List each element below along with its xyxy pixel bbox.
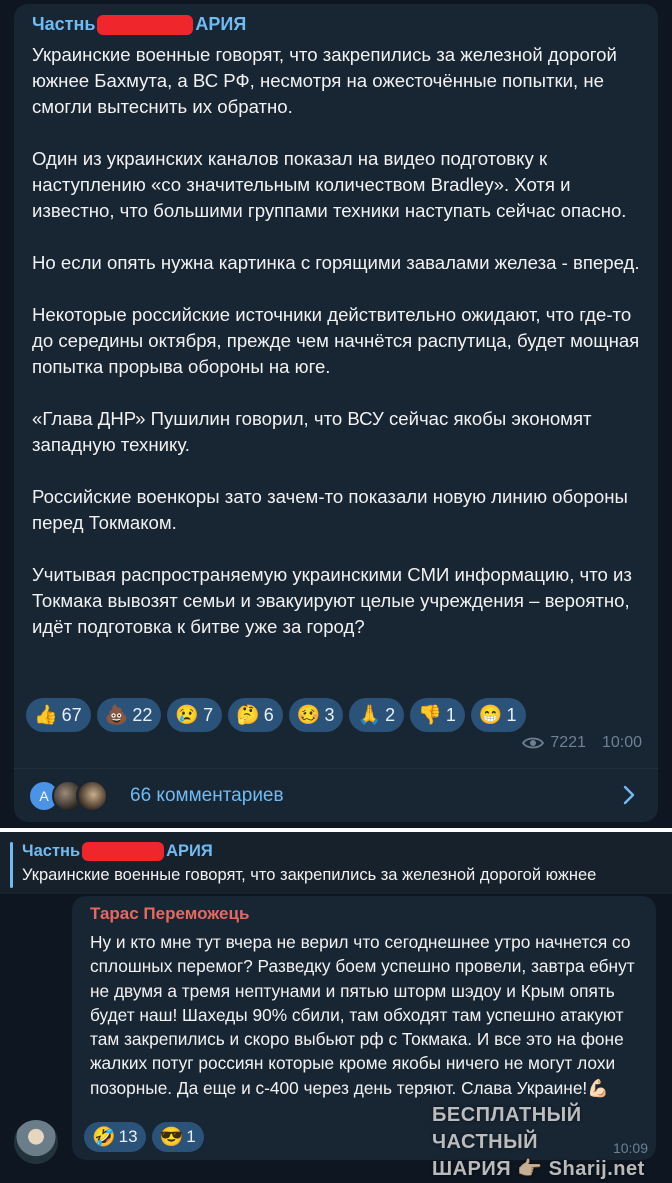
rolling-laughing-icon: 🤣 bbox=[92, 1126, 116, 1148]
reply-channel-name: Частнь АРИЯ bbox=[22, 842, 213, 862]
comment-reactions: 🤣 13 😎 1 bbox=[84, 1122, 204, 1152]
channel-name-end: АРИЯ bbox=[195, 14, 247, 34]
reply-header[interactable]: Частнь АРИЯ Украинские военные говорят, ч… bbox=[0, 832, 672, 894]
post-meta: 7221 10:00 bbox=[522, 734, 642, 752]
post-paragraph: Российские военкоры зато зачем-то показа… bbox=[32, 486, 628, 533]
watermark-line: ШАРИЯ 👉🏻 Sharij.net bbox=[432, 1158, 645, 1180]
view-count: 7221 bbox=[550, 734, 586, 751]
reaction-thinking[interactable]: 🤔 6 bbox=[228, 698, 283, 732]
post-reactions: 👍 67 💩 22 😢 7 🤔 6 🥴 3 🙏 2 👎 1 😁 1 bbox=[26, 698, 526, 732]
reaction-count: 1 bbox=[186, 1127, 196, 1146]
comment-text: Ну и кто мне тут вчера не верил что сего… bbox=[90, 932, 635, 1098]
post-paragraph: «Глава ДНР» Пушилин говорил, что ВСУ сей… bbox=[32, 408, 592, 455]
reaction-poop[interactable]: 💩 22 bbox=[96, 698, 162, 732]
reaction-count: 7 bbox=[203, 704, 214, 725]
channel-name-end: АРИЯ bbox=[166, 842, 213, 860]
reaction-count: 67 bbox=[61, 704, 82, 725]
post-channel-name[interactable]: Частнь АРИЯ bbox=[32, 14, 247, 36]
comments-count-label: 66 комментариев bbox=[130, 785, 284, 806]
redaction-mark bbox=[97, 15, 194, 36]
reaction-count: 22 bbox=[132, 704, 153, 725]
thumbs-up-icon: 👍 bbox=[34, 704, 58, 726]
reaction-count: 1 bbox=[506, 704, 517, 725]
post-paragraph: Один из украинских каналов показал на ви… bbox=[32, 148, 627, 221]
avatar[interactable] bbox=[14, 1120, 58, 1164]
reaction-thumbs-up[interactable]: 👍 67 bbox=[26, 698, 91, 732]
reaction-count: 2 bbox=[385, 704, 396, 725]
reply-quoted-text: Украинские военные говорят, что закрепил… bbox=[22, 866, 597, 884]
post-paragraph: Украинские военные говорят, что закрепил… bbox=[32, 44, 617, 117]
chevron-right-icon bbox=[623, 785, 635, 805]
post-time: 10:00 bbox=[601, 734, 642, 751]
post-paragraph: Но если опять нужна картинка с горящими … bbox=[32, 252, 640, 273]
watermark-line: БЕСПЛАТНЫЙ ЧАСТНЫЙ bbox=[432, 1104, 582, 1153]
post-text: Украинские военные говорят, что закрепил… bbox=[32, 42, 652, 640]
praying-hands-icon: 🙏 bbox=[357, 704, 382, 726]
eye-icon bbox=[522, 737, 545, 749]
reaction-woozy[interactable]: 🥴 3 bbox=[288, 698, 344, 732]
channel-name-start: Частнь bbox=[32, 14, 96, 34]
crying-face-icon: 😢 bbox=[175, 704, 200, 726]
reaction-count: 3 bbox=[324, 704, 335, 725]
reaction-sunglasses[interactable]: 😎 1 bbox=[151, 1122, 204, 1152]
reaction-rofl[interactable]: 🤣 13 bbox=[84, 1122, 146, 1152]
thumbs-down-icon: 👎 bbox=[418, 704, 442, 726]
reaction-pray[interactable]: 🙏 2 bbox=[349, 698, 405, 732]
reaction-count: 1 bbox=[445, 704, 456, 725]
commenter-avatars: A bbox=[28, 776, 124, 816]
comments-button[interactable]: A 66 комментариев bbox=[14, 770, 658, 822]
comment-author[interactable]: Тарас Переможець bbox=[90, 904, 249, 924]
poop-icon: 💩 bbox=[104, 704, 129, 726]
grinning-face-icon: 😁 bbox=[478, 704, 503, 726]
channel-post: Частнь АРИЯ Украинские военные говорят, ч… bbox=[14, 4, 658, 822]
woozy-face-icon: 🥴 bbox=[296, 704, 321, 726]
divider bbox=[14, 768, 658, 769]
reaction-grin[interactable]: 😁 1 bbox=[470, 698, 526, 732]
channel-name-start: Частнь bbox=[22, 842, 81, 860]
avatar bbox=[76, 780, 108, 812]
redaction-mark bbox=[82, 842, 165, 862]
reaction-thumbs-down[interactable]: 👎 1 bbox=[410, 698, 465, 732]
reply-accent-bar bbox=[10, 842, 13, 888]
watermark: БЕСПЛАТНЫЙ ЧАСТНЫЙ ШАРИЯ 👉🏻 Sharij.net bbox=[432, 1102, 664, 1183]
post-paragraph: Учитывая распространяемую украинскими СМ… bbox=[32, 564, 632, 637]
sunglasses-face-icon: 😎 bbox=[159, 1126, 184, 1148]
thinking-face-icon: 🤔 bbox=[236, 704, 260, 726]
reaction-crying[interactable]: 😢 7 bbox=[167, 698, 223, 732]
reaction-count: 6 bbox=[263, 704, 274, 725]
post-paragraph: Некоторые российские источники действите… bbox=[32, 304, 640, 377]
reaction-count: 13 bbox=[118, 1127, 138, 1146]
